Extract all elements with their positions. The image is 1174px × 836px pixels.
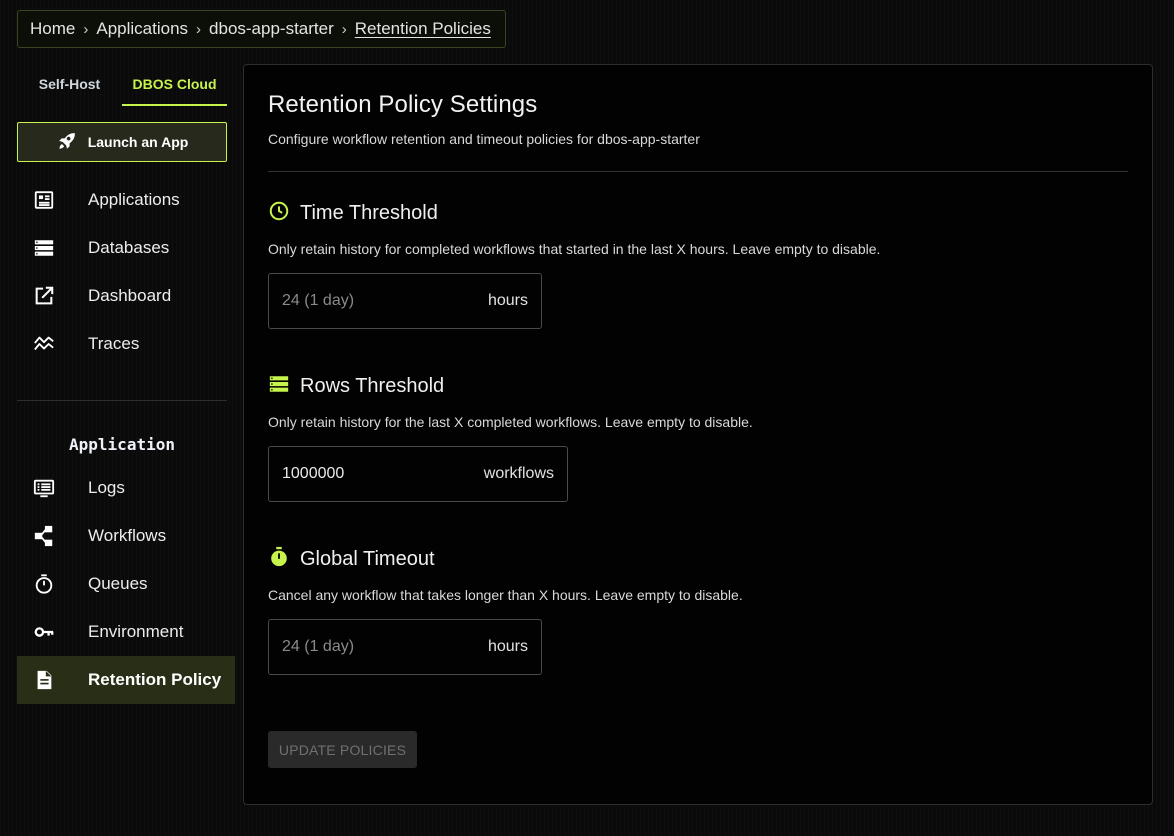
workflows-icon [16,525,72,547]
global-timeout-input[interactable]: 24 (1 day) hours [268,619,542,675]
sidebar-item-applications[interactable]: Applications [17,176,235,224]
sidebar-item-environment[interactable]: Environment [17,608,235,656]
tab-dbos-cloud[interactable]: DBOS Cloud [122,64,227,106]
page-subtitle: Configure workflow retention and timeout… [268,131,700,147]
update-policies-button[interactable]: UPDATE POLICIES [268,731,417,768]
section-title: Time Threshold [300,202,438,224]
time-threshold-section: Time Threshold Only retain history for c… [268,200,1128,329]
logs-icon [16,477,72,499]
database-icon [16,237,72,259]
global-timeout-section: Global Timeout Cancel any workflow that … [268,546,1128,675]
header-divider [268,171,1128,172]
sidebar-item-dashboard[interactable]: Dashboard [17,272,235,320]
sidebar-divider [17,400,227,401]
sidebar-item-label: Logs [88,478,125,497]
breadcrumb-separator: › [341,20,347,38]
sidebar-item-label: Environment [88,622,184,641]
sidebar-item-workflows[interactable]: Workflows [17,512,235,560]
section-title: Global Timeout [300,548,435,570]
input-placeholder: 24 (1 day) [282,292,355,309]
sidebar-item-label: Workflows [88,526,167,545]
breadcrumb-separator: › [196,20,202,38]
sidebar-item-queues[interactable]: Queues [17,560,235,608]
rows-threshold-section: Rows Threshold Only retain history for t… [268,373,1128,502]
section-description: Only retain history for the last X compl… [268,414,753,430]
breadcrumb-app[interactable]: dbos-app-starter [209,19,334,39]
sidebar-tabs: Self-Host DBOS Cloud [17,64,235,106]
input-value: 1000000 [282,465,345,482]
sidebar-item-logs[interactable]: Logs [17,464,235,512]
input-placeholder: 24 (1 day) [282,638,355,655]
stopwatch-icon [268,546,290,573]
input-unit: workflows [483,465,554,482]
rows-icon [268,373,290,400]
sidebar-item-label: Databases [88,238,170,257]
rocket-icon [56,130,78,155]
sidebar-item-label: Dashboard [88,286,172,305]
sidebar-item-traces[interactable]: Traces [17,320,235,368]
page-title: Retention Policy Settings [268,91,538,118]
traces-icon [16,333,72,355]
time-threshold-input[interactable]: 24 (1 day) hours [268,273,542,329]
applications-icon [16,189,72,211]
rows-threshold-input[interactable]: 1000000 workflows [268,446,568,502]
retention-settings-panel: Retention Policy Settings Configure work… [243,64,1153,805]
breadcrumb-separator: › [83,20,89,38]
sidebar-item-label: Traces [88,334,140,353]
sidebar-item-label: Retention Policy [88,670,222,689]
sidebar-item-label: Applications [88,190,180,209]
key-icon [16,621,72,643]
launch-app-button[interactable]: Launch an App [17,122,227,162]
clock-icon [268,200,290,227]
tab-self-host[interactable]: Self-Host [17,64,122,106]
sidebar-item-label: Queues [88,574,148,593]
sidebar-item-retention-policy[interactable]: Retention Policy [17,656,235,704]
external-link-icon [16,285,72,307]
breadcrumb-applications[interactable]: Applications [96,19,188,39]
section-description: Only retain history for completed workfl… [268,241,881,257]
section-description: Cancel any workflow that takes longer th… [268,587,743,603]
breadcrumb-home[interactable]: Home [30,19,75,39]
section-title: Rows Threshold [300,375,445,397]
sidebar-section-title: Application [69,435,175,454]
breadcrumb-current[interactable]: Retention Policies [355,19,491,39]
timer-icon [16,573,72,595]
breadcrumb: Home › Applications › dbos-app-starter ›… [17,10,506,48]
sidebar-item-databases[interactable]: Databases [17,224,235,272]
document-icon [16,669,72,691]
launch-app-label: Launch an App [87,134,189,150]
input-unit: hours [487,638,528,655]
input-unit: hours [487,292,528,309]
sidebar: Self-Host DBOS Cloud Launch an App Appli… [17,64,235,704]
